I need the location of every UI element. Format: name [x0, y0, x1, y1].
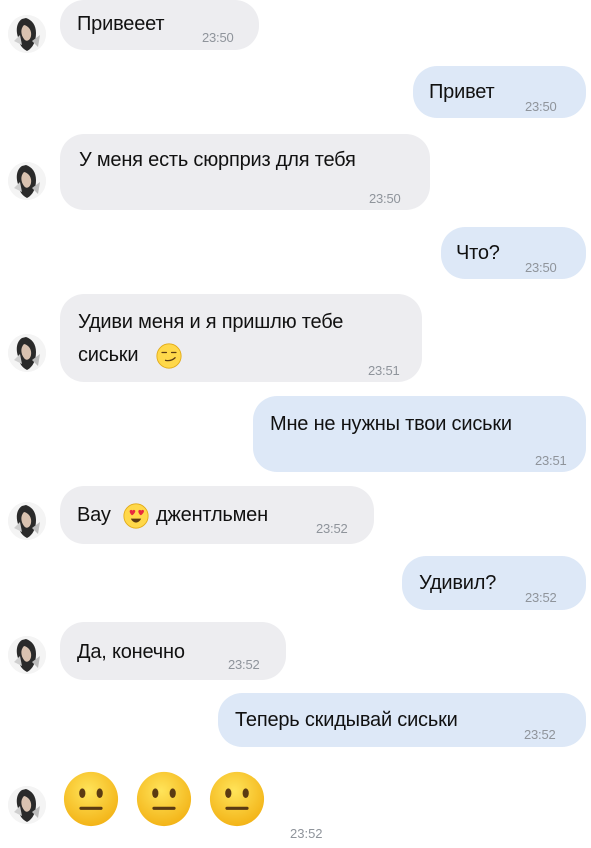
- message-outgoing: Мне не нужны твои сиськи 23:51: [0, 396, 591, 476]
- smirking-face-icon: [156, 343, 182, 369]
- message-text-line-1: Удиви меня и я пришлю тебе: [78, 311, 344, 333]
- message-outgoing: Удивил? 23:52: [0, 556, 591, 614]
- message-bubble[interactable]: Привееет 23:50: [60, 0, 259, 50]
- contact-avatar[interactable]: [8, 786, 46, 824]
- message-time: 23:50: [525, 260, 557, 275]
- message-bubble[interactable]: Привет 23:50: [413, 66, 586, 118]
- message-time: 23:50: [369, 191, 401, 206]
- message-bubble[interactable]: Удивил? 23:52: [402, 556, 586, 610]
- message-bubble[interactable]: У меня есть сюрприз для тебя 23:50: [60, 134, 430, 210]
- message-time: 23:50: [202, 30, 234, 45]
- message-text: Что?: [456, 242, 500, 264]
- neutral-face-icon: [135, 770, 193, 828]
- message-text-line-2: сиськи: [78, 344, 139, 366]
- message-text: Привет: [429, 81, 495, 103]
- neutral-face-icon: [62, 770, 120, 828]
- message-time: 23:52: [524, 727, 556, 742]
- message-bubble[interactable]: Вау джентльмен 23:52: [60, 486, 374, 544]
- message-text: Привееет: [77, 13, 165, 35]
- contact-avatar[interactable]: [8, 636, 46, 674]
- message-text: Мне не нужны твои сиськи: [270, 413, 512, 435]
- message-text: Удивил?: [419, 572, 497, 594]
- message-text: У меня есть сюрприз для тебя: [79, 149, 356, 171]
- message-time: 23:50: [525, 99, 557, 114]
- contact-avatar[interactable]: [8, 162, 46, 200]
- message-outgoing: Привет 23:50: [0, 66, 591, 122]
- contact-avatar[interactable]: [8, 502, 46, 540]
- contact-avatar[interactable]: [8, 15, 46, 53]
- message-outgoing: Что? 23:50: [0, 227, 591, 283]
- message-bubble[interactable]: Удиви меня и я пришлю тебе сиськи 23:51: [60, 294, 422, 382]
- message-incoming: Да, конечно 23:52: [0, 622, 591, 684]
- message-incoming: Вау джентльмен 23:52: [0, 486, 591, 548]
- message-bubble[interactable]: Мне не нужны твои сиськи 23:51: [253, 396, 586, 472]
- message-incoming: Привееет 23:50: [0, 0, 591, 60]
- emoji-row[interactable]: [62, 770, 282, 840]
- message-bubble[interactable]: Да, конечно 23:52: [60, 622, 286, 680]
- message-text: Теперь скидывай сиськи: [235, 709, 458, 731]
- message-time: 23:52: [525, 590, 557, 605]
- message-bubble[interactable]: Теперь скидывай сиськи 23:52: [218, 693, 586, 747]
- message-outgoing: Теперь скидывай сиськи 23:52: [0, 693, 591, 751]
- message-bubble[interactable]: Что? 23:50: [441, 227, 586, 279]
- message-text-after-emoji: джентльмен: [156, 504, 268, 526]
- message-incoming: У меня есть сюрприз для тебя 23:50: [0, 134, 591, 214]
- message-text: Да, конечно: [77, 641, 185, 663]
- message-time: 23:51: [368, 363, 400, 378]
- message-incoming: 23:52: [0, 760, 591, 848]
- message-text-before-emoji: Вау: [77, 504, 111, 526]
- message-time: 23:52: [316, 521, 348, 536]
- message-time: 23:52: [290, 826, 323, 841]
- heart-eyes-face-icon: [123, 503, 149, 529]
- message-incoming: Удиви меня и я пришлю тебе сиськи 23:51: [0, 294, 591, 386]
- neutral-face-icon: [208, 770, 266, 828]
- message-time: 23:51: [535, 453, 567, 468]
- contact-avatar[interactable]: [8, 334, 46, 372]
- message-time: 23:52: [228, 657, 260, 672]
